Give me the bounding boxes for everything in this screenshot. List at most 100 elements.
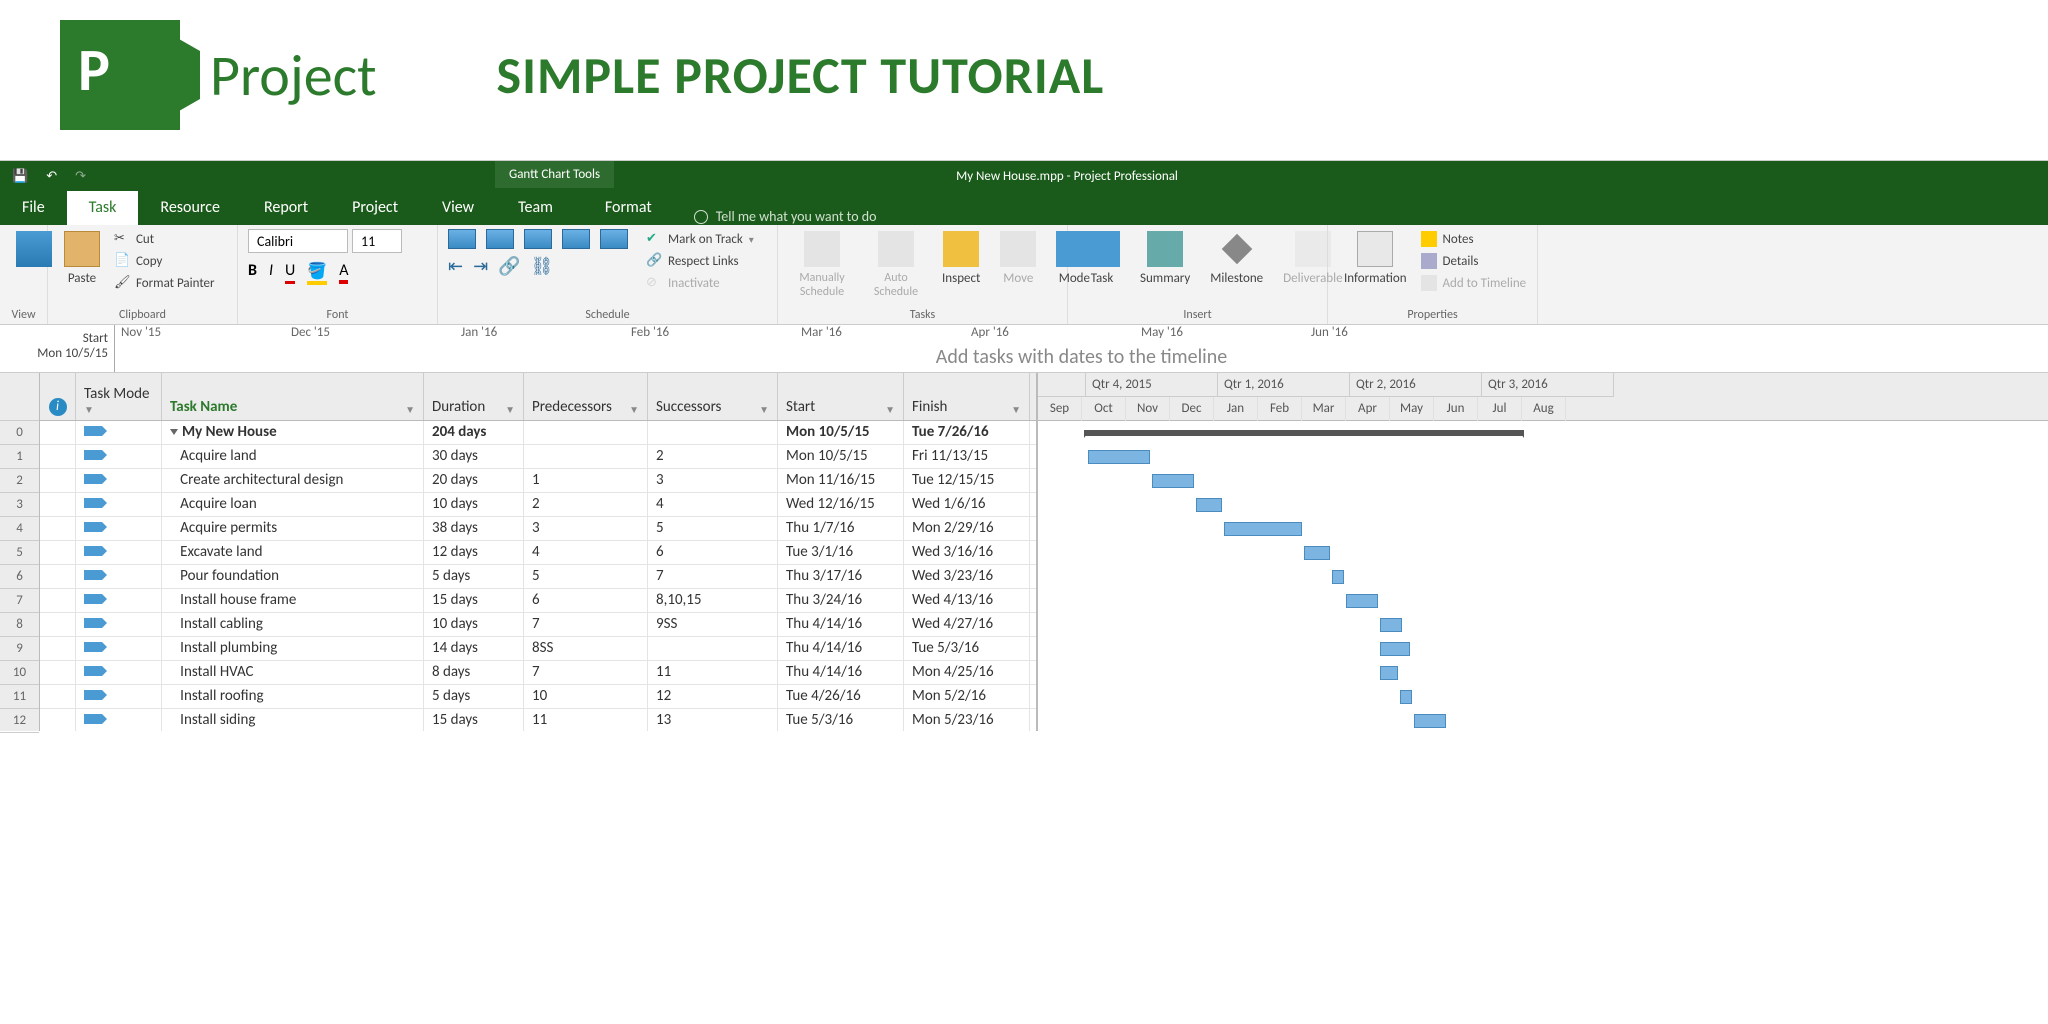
column-duration[interactable]: Duration▼	[424, 373, 524, 420]
table-row[interactable]: Install siding15 days1113Tue 5/3/16Mon 5…	[40, 709, 1036, 731]
row-header[interactable]: 10	[0, 661, 39, 685]
gantt-row[interactable]	[1038, 541, 2048, 565]
column-info[interactable]: i	[40, 373, 76, 420]
bold-button[interactable]: B	[248, 261, 257, 284]
table-row[interactable]: Acquire permits38 days35Thu 1/7/16Mon 2/…	[40, 517, 1036, 541]
gantt-row[interactable]	[1038, 421, 2048, 445]
table-row[interactable]: Install cabling10 days79SSThu 4/14/16Wed…	[40, 613, 1036, 637]
notes-button[interactable]: Notes	[1421, 229, 1527, 249]
column-start[interactable]: Start▼	[778, 373, 904, 420]
tab-report[interactable]: Report	[242, 190, 330, 225]
gantt-task-bar[interactable]	[1346, 594, 1378, 608]
gantt-row[interactable]	[1038, 469, 2048, 493]
underline-button[interactable]: U	[285, 261, 295, 284]
gantt-task-bar[interactable]	[1414, 714, 1446, 728]
tab-view[interactable]: View	[420, 190, 496, 225]
row-header[interactable]: 2	[0, 469, 39, 493]
inactivate-button[interactable]: ⊘Inactivate	[646, 273, 754, 293]
gantt-row[interactable]	[1038, 517, 2048, 541]
column-predecessors[interactable]: Predecessors▼	[524, 373, 648, 420]
format-painter-button[interactable]: 🖌Format Painter	[114, 273, 215, 293]
gantt-task-bar[interactable]	[1088, 450, 1150, 464]
table-row[interactable]: Install roofing5 days1012Tue 4/26/16Mon …	[40, 685, 1036, 709]
cut-button[interactable]: ✂Cut	[114, 229, 215, 249]
link-button[interactable]: 🔗	[498, 255, 520, 277]
italic-button[interactable]: I	[269, 261, 273, 284]
gantt-row[interactable]	[1038, 637, 2048, 661]
gantt-task-bar[interactable]	[1380, 642, 1410, 656]
gantt-row[interactable]	[1038, 613, 2048, 637]
row-header[interactable]: 12	[0, 709, 39, 733]
manually-schedule-button[interactable]: Manually Schedule	[788, 229, 856, 301]
row-header[interactable]: 5	[0, 541, 39, 565]
row-header[interactable]: 11	[0, 685, 39, 709]
tab-project[interactable]: Project	[330, 190, 420, 225]
gantt-row[interactable]	[1038, 493, 2048, 517]
font-size-combo[interactable]: 11	[352, 229, 402, 253]
column-successors[interactable]: Successors▼	[648, 373, 778, 420]
timeline-area[interactable]: Nov '15Dec '15Jan '16Feb '16Mar '16Apr '…	[115, 325, 2048, 372]
mark-on-track-button[interactable]: ✔Mark on Track ▾	[646, 229, 754, 249]
details-button[interactable]: Details	[1421, 251, 1527, 271]
table-row[interactable]: Acquire loan10 days24Wed 12/16/15Wed 1/6…	[40, 493, 1036, 517]
save-icon[interactable]: 💾	[12, 169, 28, 184]
row-header[interactable]: 1	[0, 445, 39, 469]
progress-0-button[interactable]	[448, 229, 476, 249]
copy-button[interactable]: 📄Copy	[114, 251, 215, 271]
tab-task[interactable]: Task	[67, 190, 139, 225]
column-task-name[interactable]: Task Name▼	[162, 373, 424, 420]
row-header[interactable]: 0	[0, 421, 39, 445]
tab-resource[interactable]: Resource	[138, 190, 242, 225]
unlink-button[interactable]: ⛓	[531, 255, 554, 277]
gantt-task-bar[interactable]	[1332, 570, 1344, 584]
indent-button[interactable]: ⇥	[473, 255, 488, 277]
redo-icon[interactable]: ↷	[75, 169, 86, 184]
row-header[interactable]: 6	[0, 565, 39, 589]
table-row[interactable]: Install house frame15 days68,10,15Thu 3/…	[40, 589, 1036, 613]
gantt-task-bar[interactable]	[1152, 474, 1194, 488]
table-row[interactable]: Create architectural design20 days13Mon …	[40, 469, 1036, 493]
gantt-row[interactable]	[1038, 445, 2048, 469]
gantt-row[interactable]	[1038, 709, 2048, 733]
fill-color-button[interactable]: 🪣	[307, 261, 327, 284]
add-to-timeline-button[interactable]: Add to Timeline	[1421, 273, 1527, 293]
gantt-task-bar[interactable]	[1380, 618, 1402, 632]
gantt-row[interactable]	[1038, 661, 2048, 685]
insert-milestone-button[interactable]: Milestone	[1204, 229, 1269, 288]
gantt-row[interactable]	[1038, 565, 2048, 589]
insert-summary-button[interactable]: Summary	[1134, 229, 1196, 288]
collapse-icon[interactable]	[170, 429, 178, 435]
paste-button[interactable]: Paste	[58, 229, 106, 288]
insert-task-button[interactable]: Task	[1078, 229, 1126, 288]
row-header[interactable]: 8	[0, 613, 39, 637]
outdent-button[interactable]: ⇤	[448, 255, 463, 277]
table-row[interactable]: Acquire land30 days2Mon 10/5/15Fri 11/13…	[40, 445, 1036, 469]
tab-team[interactable]: Team	[496, 190, 575, 225]
gantt-task-bar[interactable]	[1224, 522, 1302, 536]
table-row[interactable]: Pour foundation5 days57Thu 3/17/16Wed 3/…	[40, 565, 1036, 589]
font-name-combo[interactable]: Calibri	[248, 229, 348, 253]
gantt-row[interactable]	[1038, 589, 2048, 613]
inspect-button[interactable]: Inspect	[936, 229, 986, 288]
undo-icon[interactable]: ↶	[46, 169, 57, 184]
progress-75-button[interactable]	[562, 229, 590, 249]
gantt-task-bar[interactable]	[1196, 498, 1222, 512]
column-task-mode[interactable]: Task Mode▼	[76, 373, 162, 420]
table-row[interactable]: Install plumbing14 days8SSThu 4/14/16Tue…	[40, 637, 1036, 661]
tab-file[interactable]: File	[0, 190, 67, 225]
table-row[interactable]: My New House204 daysMon 10/5/15Tue 7/26/…	[40, 421, 1036, 445]
progress-25-button[interactable]	[486, 229, 514, 249]
row-header[interactable]: 4	[0, 517, 39, 541]
information-button[interactable]: Information	[1338, 229, 1413, 288]
progress-50-button[interactable]	[524, 229, 552, 249]
row-header[interactable]: 9	[0, 637, 39, 661]
row-header[interactable]: 3	[0, 493, 39, 517]
auto-schedule-button[interactable]: Auto Schedule	[864, 229, 928, 301]
font-color-button[interactable]: A	[339, 261, 348, 284]
gantt-task-bar[interactable]	[1380, 666, 1398, 680]
tab-format[interactable]: Format	[583, 190, 674, 225]
row-header[interactable]: 7	[0, 589, 39, 613]
progress-100-button[interactable]	[600, 229, 628, 249]
gantt-task-bar[interactable]	[1400, 690, 1412, 704]
table-row[interactable]: Install HVAC8 days711Thu 4/14/16Mon 4/25…	[40, 661, 1036, 685]
